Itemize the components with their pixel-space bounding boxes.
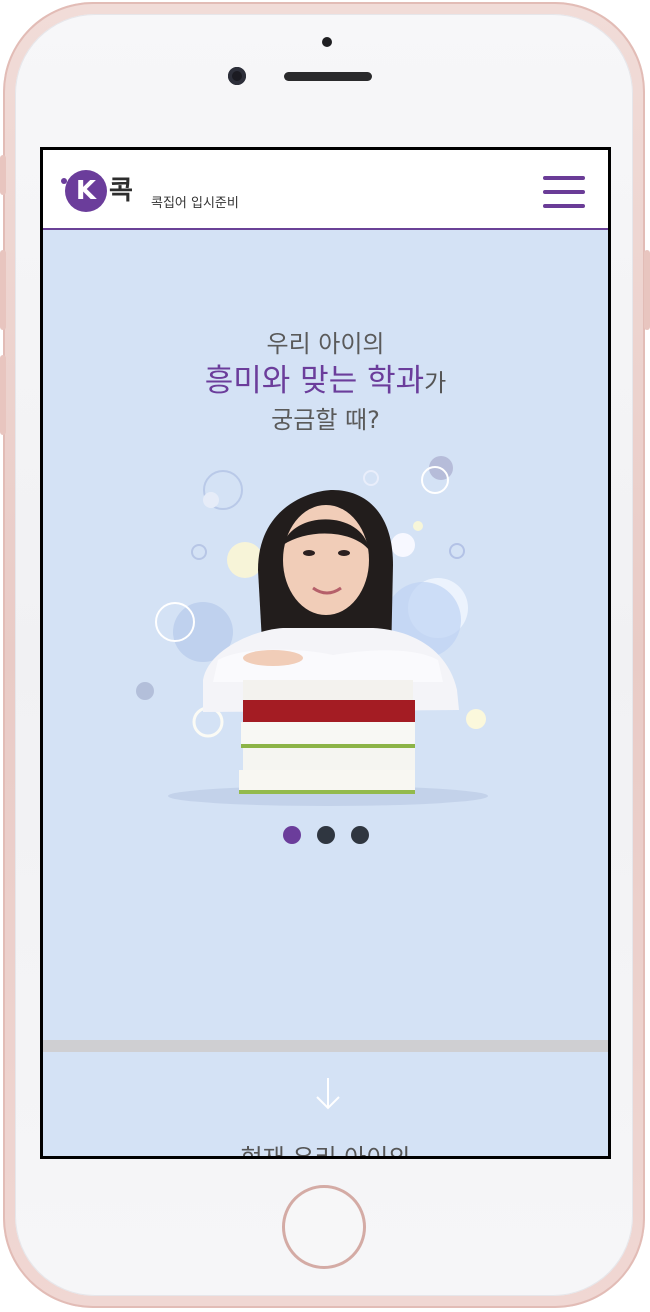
section-divider xyxy=(43,1040,608,1052)
carousel-pagination xyxy=(43,826,608,848)
hero-line-2-accent: 흥미와 맞는 학과 xyxy=(204,363,425,399)
hero-image xyxy=(43,450,608,830)
next-section: 현재 우리 아이의 xyxy=(43,1052,608,1156)
volume-down-button xyxy=(0,355,6,435)
carousel-dot-1[interactable] xyxy=(282,826,301,844)
hero-line-2-suffix: 가 xyxy=(424,369,447,397)
carousel-dot-2[interactable] xyxy=(316,826,335,844)
hero-line-2: 흥미와 맞는 학과가 xyxy=(43,360,608,404)
home-button[interactable] xyxy=(282,1185,366,1269)
earpiece-speaker xyxy=(284,72,372,81)
screen: K 콕 콕집어 입시준비 우리 아이의 흥미와 맞는 학과가 궁금할 때? xyxy=(40,147,611,1159)
hamburger-menu-icon[interactable] xyxy=(543,176,585,208)
mute-switch xyxy=(0,155,6,195)
site-header: K 콕 콕집어 입시준비 xyxy=(43,150,608,230)
hero-line-3: 궁금할 때? xyxy=(271,406,380,434)
next-section-title: 현재 우리 아이의 xyxy=(43,1138,608,1156)
logo-name: 콕 xyxy=(109,176,133,206)
hero-line-1: 우리 아이의 xyxy=(266,330,385,358)
power-button xyxy=(644,250,650,330)
site-logo[interactable]: K 콕 콕집어 입시준비 xyxy=(61,168,265,218)
front-camera-icon xyxy=(228,67,246,85)
web-page: K 콕 콕집어 입시준비 우리 아이의 흥미와 맞는 학과가 궁금할 때? xyxy=(43,150,608,1156)
student-with-books-illustration xyxy=(136,456,488,806)
logo-badge: K xyxy=(65,170,107,212)
arrow-down-icon[interactable] xyxy=(313,1074,343,1114)
proximity-sensor xyxy=(322,37,332,47)
logo-tagline: 콕집어 입시준비 xyxy=(151,196,239,211)
volume-up-button xyxy=(0,250,6,330)
carousel-dot-3[interactable] xyxy=(350,826,369,844)
hero-headline: 우리 아이의 흥미와 맞는 학과가 궁금할 때? xyxy=(43,328,608,436)
